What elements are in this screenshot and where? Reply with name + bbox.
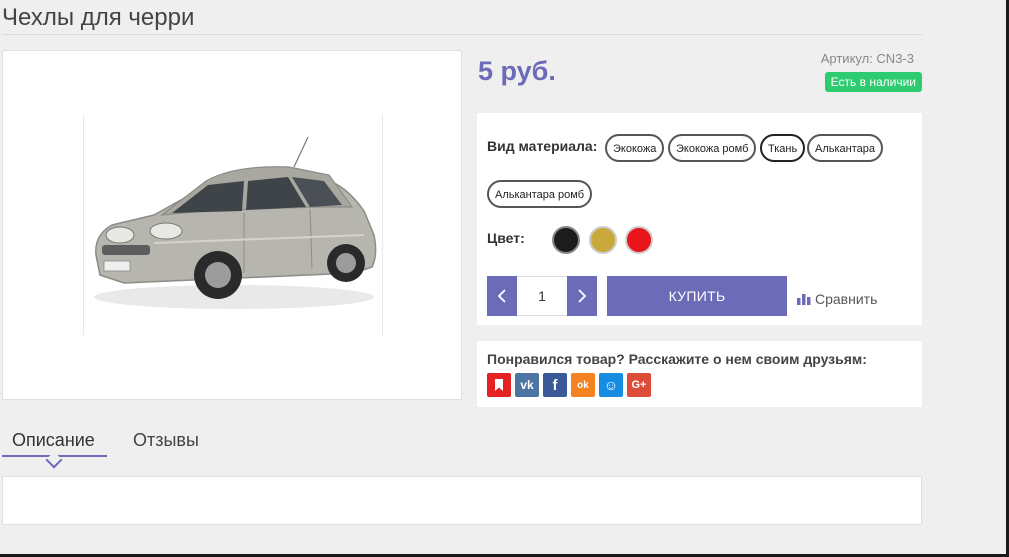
tab-description[interactable]: Описание: [12, 430, 95, 451]
material-option-ecoleather[interactable]: Экокожа: [605, 134, 665, 162]
material-label: Вид материала:: [487, 138, 598, 154]
chevron-right-icon: [578, 289, 587, 303]
bookmark-icon: [495, 379, 503, 391]
odnoklassniki-share-button[interactable]: ok: [571, 373, 595, 397]
product-image[interactable]: [83, 115, 383, 335]
quantity-input[interactable]: [517, 276, 567, 316]
moimir-share-button[interactable]: ☺: [599, 373, 623, 397]
product-sku: Артикул: CN3-3: [820, 51, 914, 66]
bar-chart-icon: [797, 294, 811, 305]
material-option-alcantara-rhombus[interactable]: Алькантара ромб: [487, 180, 593, 208]
bookmark-share-button[interactable]: [487, 373, 511, 397]
chevron-left-icon: [497, 289, 506, 303]
tab-content-area: [2, 476, 922, 525]
car-illustration: [94, 136, 377, 309]
material-option-alcantara[interactable]: Алькантара: [807, 134, 884, 162]
compare-label: Сравнить: [815, 291, 878, 307]
share-panel: Понравился товар? Расскажите о нем своим…: [477, 341, 922, 407]
compare-link[interactable]: Сравнить: [797, 291, 877, 307]
google-plus-share-button[interactable]: G+: [627, 373, 651, 397]
stock-status-badge: Есть в наличии: [824, 72, 922, 92]
color-swatch-red[interactable]: [625, 226, 653, 254]
product-options-panel: Вид материала: Экокожа Экокожа ромб Ткан…: [477, 113, 922, 325]
quantity-decrease-button[interactable]: [487, 276, 517, 316]
title-divider: [2, 34, 922, 35]
page-title: Чехлы для черри: [2, 4, 195, 31]
buy-button[interactable]: КУПИТЬ: [607, 276, 787, 316]
material-option-fabric[interactable]: Ткань: [760, 134, 806, 162]
tab-reviews[interactable]: Отзывы: [133, 430, 199, 451]
vk-share-button[interactable]: vk: [515, 373, 539, 397]
quantity-increase-button[interactable]: [567, 276, 597, 316]
product-price: 5 руб.: [478, 56, 556, 86]
material-option-ecoleather-rhombus[interactable]: Экокожа ромб: [668, 134, 757, 162]
product-image-container[interactable]: [2, 50, 462, 400]
color-label: Цвет:: [487, 230, 525, 246]
facebook-share-button[interactable]: f: [543, 373, 567, 397]
color-swatch-black[interactable]: [552, 226, 580, 254]
share-prompt: Понравился товар? Расскажите о нем своим…: [487, 351, 867, 367]
color-swatch-gold[interactable]: [589, 226, 617, 254]
